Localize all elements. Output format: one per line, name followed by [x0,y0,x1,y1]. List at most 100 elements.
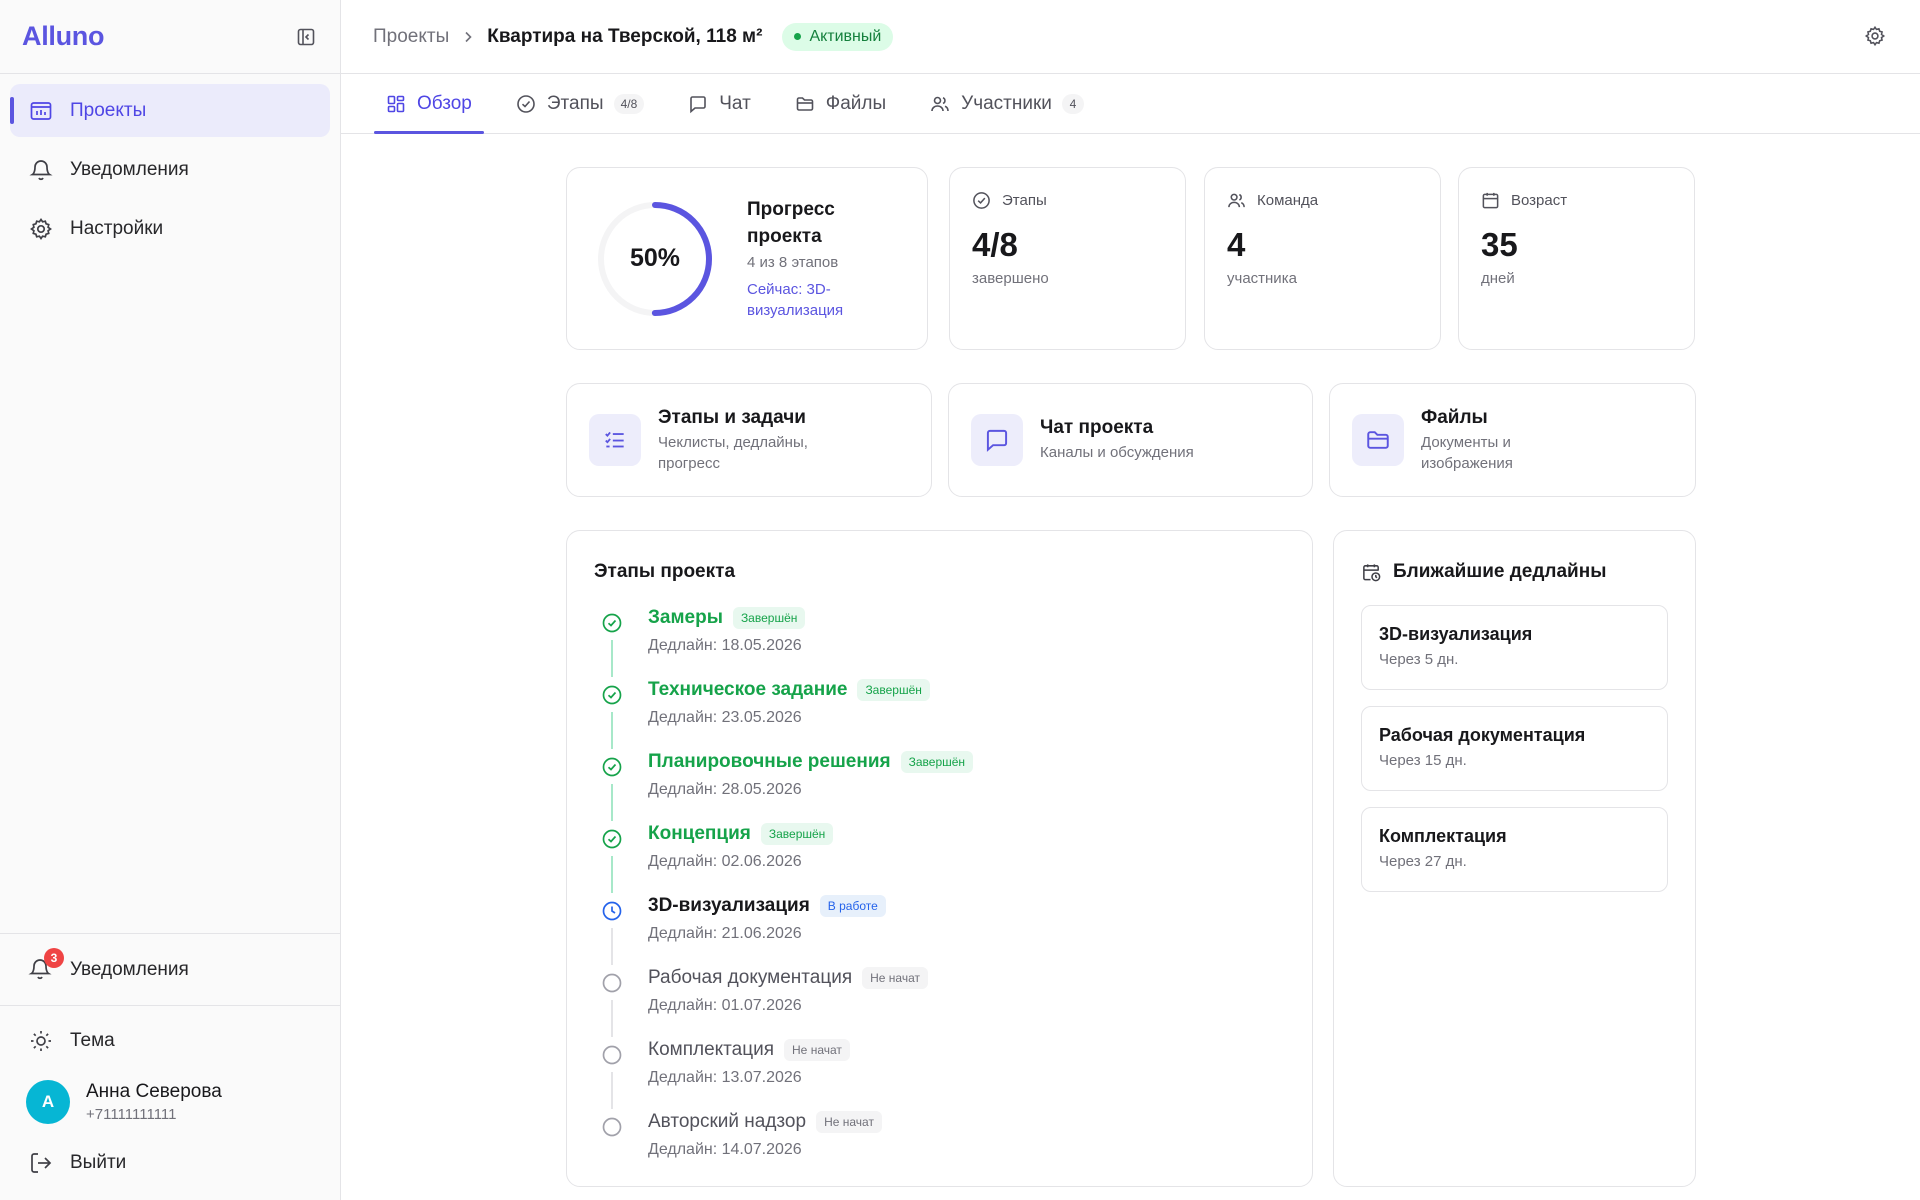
stage-item[interactable]: Рабочая документация Не начат Дедлайн: 01.… [594,965,1285,1037]
stage-connector [611,1072,613,1109]
check-circle-icon [602,757,622,777]
stage-item[interactable]: Авторский надзор Не начат Дедлайн: 14.07.2… [594,1109,1285,1181]
sidebar-item-label: Уведомления [70,158,189,180]
deadline-title: Комплектация [1379,826,1507,846]
tab-chat[interactable]: Чат [676,75,763,133]
deadline-remaining: Через 15 дн. [1379,752,1467,769]
stage-name: Планировочные решения [648,751,891,772]
deadline-item[interactable]: Рабочая документация Через 15 дн. [1361,706,1668,791]
check-circle-icon [516,93,538,115]
stage-connector [611,856,613,893]
sidebar-collapse-button[interactable] [294,25,318,49]
stage-status-badge: Завершён [732,607,806,629]
stat-sub: завершено [972,270,1049,287]
brand-row: Alluno [0,0,340,74]
page-title: Квартира на Тверской, 118 м² [487,25,763,47]
stage-deadline: Дедлайн: 02.06.2026 [648,853,802,870]
progress-subtitle: 4 из 8 этапов [747,254,839,271]
check-circle-icon [602,613,622,633]
chat-icon [971,414,1023,466]
stage-item[interactable]: Комплектация Не начат Дедлайн: 13.07.2026 [594,1037,1285,1109]
stat-sub: дней [1481,270,1515,287]
stage-status-badge: Завершён [900,751,974,773]
bell-icon: 3 [28,947,64,983]
logout-icon [28,1150,54,1176]
theme-toggle[interactable]: Тема [0,1016,340,1066]
sidebar-item-settings[interactable]: Настройки [10,202,330,255]
tab-label: Чат [719,93,751,114]
user-profile[interactable]: А Анна Северова +71111111111 [0,1066,340,1138]
stage-status-badge: В работе [819,895,886,917]
quick-link-files[interactable]: Файлы Документы и изображения [1329,383,1696,497]
calendar-icon [1481,190,1501,210]
quick-link-subtitle: Каналы и обсуждения [1040,444,1194,461]
empty-circle-icon [602,1117,622,1137]
stage-connector [611,784,613,821]
empty-circle-icon [602,1045,622,1065]
user-name: Анна Северова [86,1081,222,1102]
stat-card-team: Команда 4 участника [1204,167,1441,350]
sidebar-collapse-icon [297,28,315,45]
quick-link-title: Чат проекта [1040,417,1154,438]
stage-deadline: Дедлайн: 21.06.2026 [648,925,802,942]
stage-status-badge: Не начат [784,1039,850,1061]
stage-item[interactable]: Концепция Завершён Дедлайн: 02.06.2026 [594,821,1285,893]
brand-logo[interactable]: Alluno [22,21,104,52]
deadline-title: Рабочая документация [1379,725,1586,745]
tab-stages[interactable]: Этапы 4/8 [504,75,656,133]
stage-item[interactable]: Техническое задание Завершён Дедлайн: 23.0… [594,677,1285,749]
calendar-clock-icon [1361,561,1383,583]
stage-connector [611,928,613,965]
sidebar-item-notifications[interactable]: Уведомления [10,143,330,196]
status-label: Активный [809,27,882,45]
stage-item[interactable]: 3D-визуализация В работе Дедлайн: 21.06.20… [594,893,1285,965]
sidebar-item-projects[interactable]: Проекты [10,84,330,137]
tab-overview[interactable]: Обзор [374,75,484,134]
stat-label: Возраст [1511,191,1568,209]
tab-bar: Обзор Этапы 4/8 Чат Файлы Участники 4 [341,75,1920,134]
tab-files[interactable]: Файлы [783,75,898,133]
stages-title: Этапы проекта [594,561,736,582]
project-settings-button[interactable] [1864,25,1888,49]
sidebar-notifications-button[interactable]: 3 Уведомления [0,933,340,1005]
stage-item[interactable]: Замеры Завершён Дедлайн: 18.05.2026 [594,605,1285,677]
stage-status-badge: Завершён [857,679,930,701]
stage-name: Комплектация [648,1039,775,1060]
tab-members[interactable]: Участники 4 [918,75,1096,133]
deadline-item[interactable]: Комплектация Через 27 дн. [1361,807,1668,892]
projects-icon [28,98,54,124]
sidebar-bottom: 3 Уведомления Тема А Анна Северова +7111… [0,933,340,1200]
quick-link-stages[interactable]: Этапы и задачи Чеклисты, дедлайны, прогр… [566,383,932,497]
stage-status-badge: Завершён [760,823,834,845]
quick-link-chat[interactable]: Чат проекта Каналы и обсуждения [948,383,1313,497]
stage-deadline: Дедлайн: 23.05.2026 [648,709,802,726]
stage-name: 3D-визуализация [648,895,810,916]
grid-icon [386,93,408,115]
chevron-right-icon [461,30,475,44]
logout-button[interactable]: Выйти [0,1138,340,1188]
stage-name: Авторский надзор [648,1111,807,1132]
deadlines-title: Ближайшие дедлайны [1393,561,1607,582]
tab-label: Этапы [546,93,604,114]
stage-connector [611,1000,613,1037]
stage-deadline: Дедлайн: 28.05.2026 [648,781,802,798]
clock-icon [602,901,622,921]
gear-icon [1864,25,1886,47]
deadline-item[interactable]: 3D-визуализация Через 5 дн. [1361,605,1668,690]
tab-label: Обзор [417,93,472,114]
progress-current-stage[interactable]: Сейчас: 3D-визуализация [747,279,867,321]
sidebar: Alluno Проекты Уведомления Настройки 3 У… [0,0,341,1200]
tab-count-badge: 4 [1061,94,1084,114]
gear-icon [28,216,54,242]
user-info: Анна Северова +71111111111 [86,1081,222,1123]
stage-deadline: Дедлайн: 13.07.2026 [648,1069,802,1086]
stat-card-stages: Этапы 4/8 завершено [949,167,1186,350]
deadlines-card: Ближайшие дедлайны 3D-визуализация Через … [1333,530,1696,1187]
sidebar-notifications-label: Уведомления [70,958,189,980]
stage-deadline: Дедлайн: 14.07.2026 [648,1141,802,1158]
quick-link-title: Файлы [1421,406,1488,428]
progress-card: 50% Прогресс проекта 4 из 8 этапов Сейча… [566,167,928,350]
stage-name: Концепция [648,823,751,844]
breadcrumb-projects[interactable]: Проекты [373,26,449,48]
stage-item[interactable]: Планировочные решения Завершён Дедлайн: 28… [594,749,1285,821]
